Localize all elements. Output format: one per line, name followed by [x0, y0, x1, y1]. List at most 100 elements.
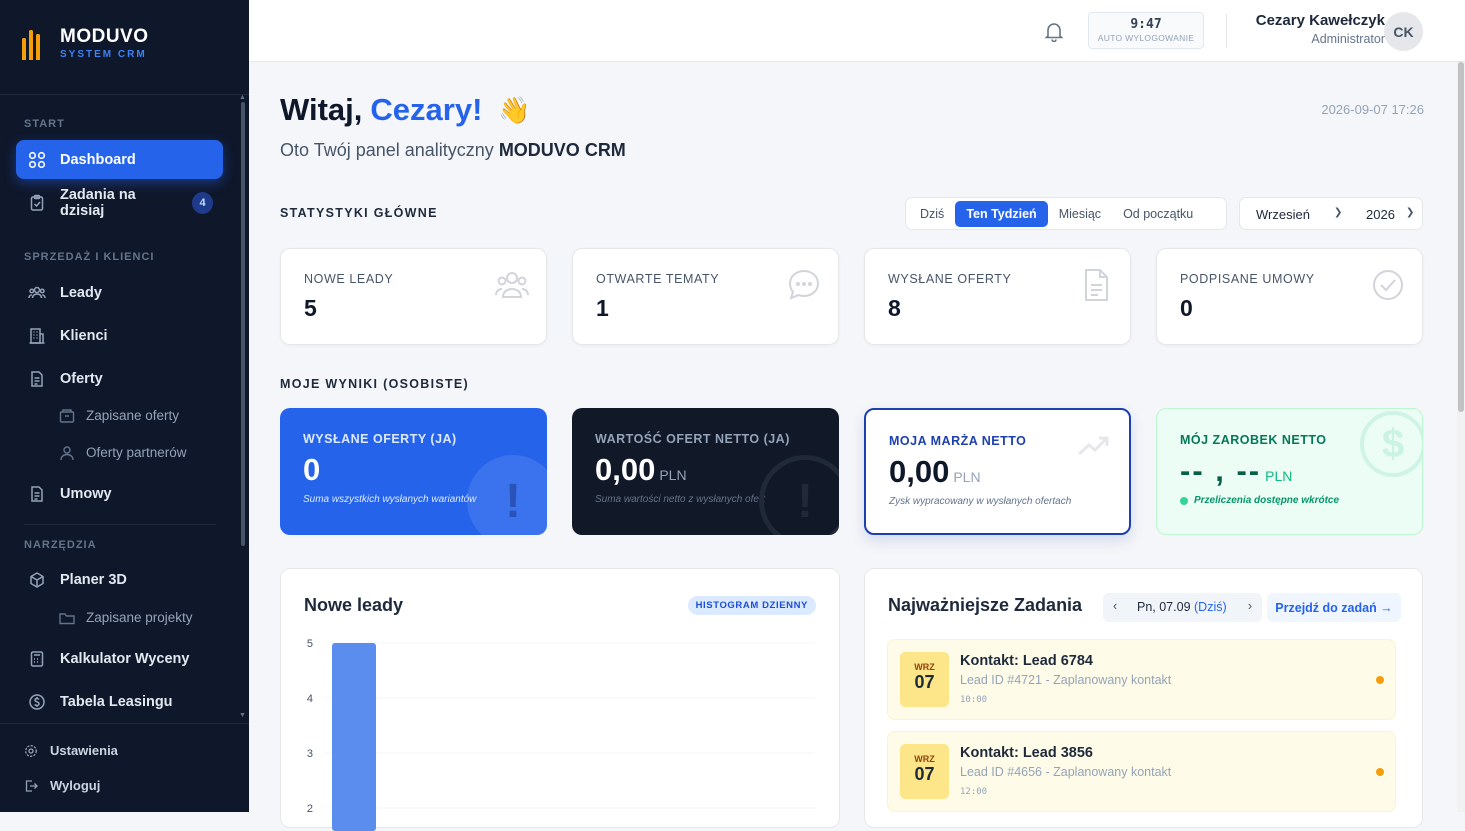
brand[interactable]: MODUVO SYSTEM CRM — [22, 26, 149, 60]
personal-card-sent-offers[interactable]: WYSŁANE OFERTY (JA) 0 Suma wszystkich wy… — [280, 408, 547, 535]
settings-link[interactable]: Ustawienia — [24, 743, 118, 758]
chevron-right-icon[interactable]: › — [1248, 599, 1252, 613]
sidebar-item-leads[interactable]: Leady — [16, 273, 223, 312]
sidebar-scrollbar[interactable] — [241, 102, 245, 546]
exclamation-icon: ! — [467, 455, 547, 535]
sidebar-item-dashboard[interactable]: Dashboard — [16, 140, 223, 179]
stat-value: 8 — [888, 295, 901, 321]
stat-card-signed-contracts[interactable]: PODPISANE UMOWY 0 — [1156, 248, 1423, 345]
divider — [24, 524, 216, 525]
sidebar-item-label: Zadania na dzisiaj — [60, 186, 136, 219]
card-note: Suma wszystkich wysłanych wariantów — [303, 494, 477, 505]
sidebar-item-label: Oferty partnerów — [86, 445, 187, 460]
sidebar-item-partner-offers[interactable]: Oferty partnerów — [16, 433, 223, 472]
task-date: Pn, 07.09 (Dziś) — [1137, 600, 1227, 614]
priority-dot — [1376, 676, 1384, 684]
building-icon — [28, 327, 46, 345]
clipboard-check-icon — [28, 194, 46, 212]
personal-card-margin[interactable]: MOJA MARŻA NETTO 0,00 PLN Zysk wypracowan… — [864, 408, 1131, 535]
task-item[interactable]: WRZ 07 Kontakt: Lead 6784 Lead ID #4721 … — [887, 639, 1396, 720]
sidebar-item-label: Zapisane oferty — [86, 408, 180, 423]
task-time: 12:00 — [960, 787, 988, 797]
sidebar-item-label: Umowy — [60, 485, 112, 502]
stat-label: NOWE LEADY — [304, 272, 394, 286]
user-name: Cezary Kawełczyk — [1255, 12, 1385, 29]
task-date-badge: WRZ 07 — [900, 744, 949, 799]
leads-histogram-chart: 5 4 3 2 — [307, 638, 815, 831]
scroll-up-arrow[interactable]: ▲ — [239, 94, 247, 101]
sidebar-item-label: Klienci — [60, 327, 108, 344]
users-icon — [28, 284, 46, 302]
stat-label: PODPISANE UMOWY — [1180, 272, 1315, 286]
sidebar-item-label: Zapisane projekty — [86, 610, 193, 625]
brand-name: MODUVO — [60, 26, 149, 47]
stat-card-sent-offers[interactable]: WYSŁANE OFERTY 8 — [864, 248, 1131, 345]
task-date-badge: WRZ 07 — [900, 652, 949, 707]
card-note: Zysk wypracowany w wysłanych ofertach — [889, 496, 1072, 507]
sidebar-item-price-calculator[interactable]: Kalkulator Wyceny — [16, 639, 223, 678]
stat-card-new-leads[interactable]: NOWE LEADY 5 — [280, 248, 547, 345]
divider — [1226, 14, 1227, 48]
page-scrollbar[interactable] — [1457, 62, 1465, 812]
sidebar: MODUVO SYSTEM CRM START Dashboard Zadani… — [0, 0, 249, 812]
sidebar-item-clients[interactable]: Klienci — [16, 316, 223, 355]
personal-card-earnings[interactable]: MÓJ ZAROBEK NETTO -- , -- PLN Przeliczeni… — [1156, 408, 1423, 535]
y-tick-label: 5 — [307, 638, 313, 650]
filter-month[interactable]: Miesiąc — [1048, 201, 1112, 227]
stat-label: OTWARTE TEMATY — [596, 272, 720, 286]
panel-title: Najważniejsze Zadania — [888, 595, 1083, 615]
folder-icon — [58, 609, 76, 627]
brand-subtitle: SYSTEM CRM — [60, 49, 147, 60]
personal-card-offers-value[interactable]: WARTOŚĆ OFERT NETTO (JA) 0,00 PLN Suma wa… — [572, 408, 839, 535]
histogram-bar[interactable] — [332, 643, 376, 831]
gear-icon — [25, 744, 37, 757]
chevron-left-icon[interactable]: ‹ — [1113, 599, 1117, 613]
task-item[interactable]: WRZ 07 Kontakt: Lead 3856 Lead ID #4656 … — [887, 731, 1396, 812]
stat-value: 0 — [1180, 295, 1193, 321]
task-date-navigator: ‹ Pn, 07.09 (Dziś) › — [1103, 593, 1262, 622]
sidebar-item-label: Planer 3D — [60, 571, 127, 588]
sidebar-item-saved-offers[interactable]: Zapisane oferty — [16, 396, 223, 435]
card-label: MOJA MARŻA NETTO — [889, 434, 1027, 448]
filter-all-time[interactable]: Od początku — [1112, 201, 1204, 227]
sidebar-item-saved-projects[interactable]: Zapisane projekty — [16, 598, 223, 637]
month-select[interactable]: Wrzesień — [1256, 207, 1310, 222]
greeting-text: Witaj, — [280, 92, 363, 127]
sidebar-item-tasks-today[interactable]: Zadania na dzisiaj 4 — [16, 183, 223, 222]
document-icon — [28, 370, 46, 388]
dollar-circle-icon — [28, 693, 46, 711]
sidebar-item-label: Oferty — [60, 370, 103, 387]
filter-this-week[interactable]: Ten Tydzień — [955, 200, 1048, 227]
logo-icon — [22, 26, 50, 60]
card-value: 0 — [303, 452, 321, 487]
panel-title: Nowe leady — [304, 595, 404, 615]
logout-icon — [25, 779, 38, 792]
divider — [0, 94, 249, 95]
logout-link[interactable]: Wyloguj — [24, 778, 100, 793]
avatar[interactable]: CK — [1384, 12, 1423, 51]
sidebar-item-planner-3d[interactable]: Planer 3D — [16, 560, 223, 599]
new-leads-panel: Nowe leady HISTOGRAM DZIENNY 5 4 3 2 — [280, 568, 840, 831]
go-to-tasks-button[interactable]: Przejdź do zadań → — [1267, 593, 1401, 622]
card-unit: PLN — [659, 467, 687, 483]
task-title: Kontakt: Lead 3856 — [960, 745, 1093, 761]
scroll-down-arrow[interactable]: ▼ — [239, 712, 247, 719]
bell-icon[interactable] — [1043, 20, 1065, 42]
task-count-badge: 4 — [192, 191, 213, 214]
user-info[interactable]: Cezary Kawełczyk Administrator — [1256, 12, 1385, 46]
sidebar-item-contracts[interactable]: Umowy — [16, 474, 223, 513]
year-select[interactable]: 2026 — [1366, 207, 1395, 222]
card-label: WARTOŚĆ OFERT NETTO (JA) — [595, 432, 790, 446]
archive-icon — [58, 407, 76, 425]
main-stats-title: STATYSTYKI GŁÓWNE — [280, 206, 438, 220]
sidebar-item-leasing-table[interactable]: Tabela Leasingu — [16, 682, 223, 721]
page-subtitle: Oto Twój panel analityczny MODUVO CRM — [280, 140, 626, 161]
filter-today[interactable]: Dziś — [909, 201, 955, 227]
logout-label: Wyloguj — [50, 778, 101, 793]
card-label: WYSŁANE OFERTY (JA) — [303, 432, 457, 446]
sidebar-item-offers[interactable]: Oferty — [16, 359, 223, 398]
stat-card-open-topics[interactable]: OTWARTE TEMATY 1 — [572, 248, 839, 345]
user-role: Administrator — [1311, 32, 1385, 46]
greeting-name: Cezary! — [370, 92, 483, 127]
subtitle-brand: MODUVO CRM — [498, 140, 626, 160]
